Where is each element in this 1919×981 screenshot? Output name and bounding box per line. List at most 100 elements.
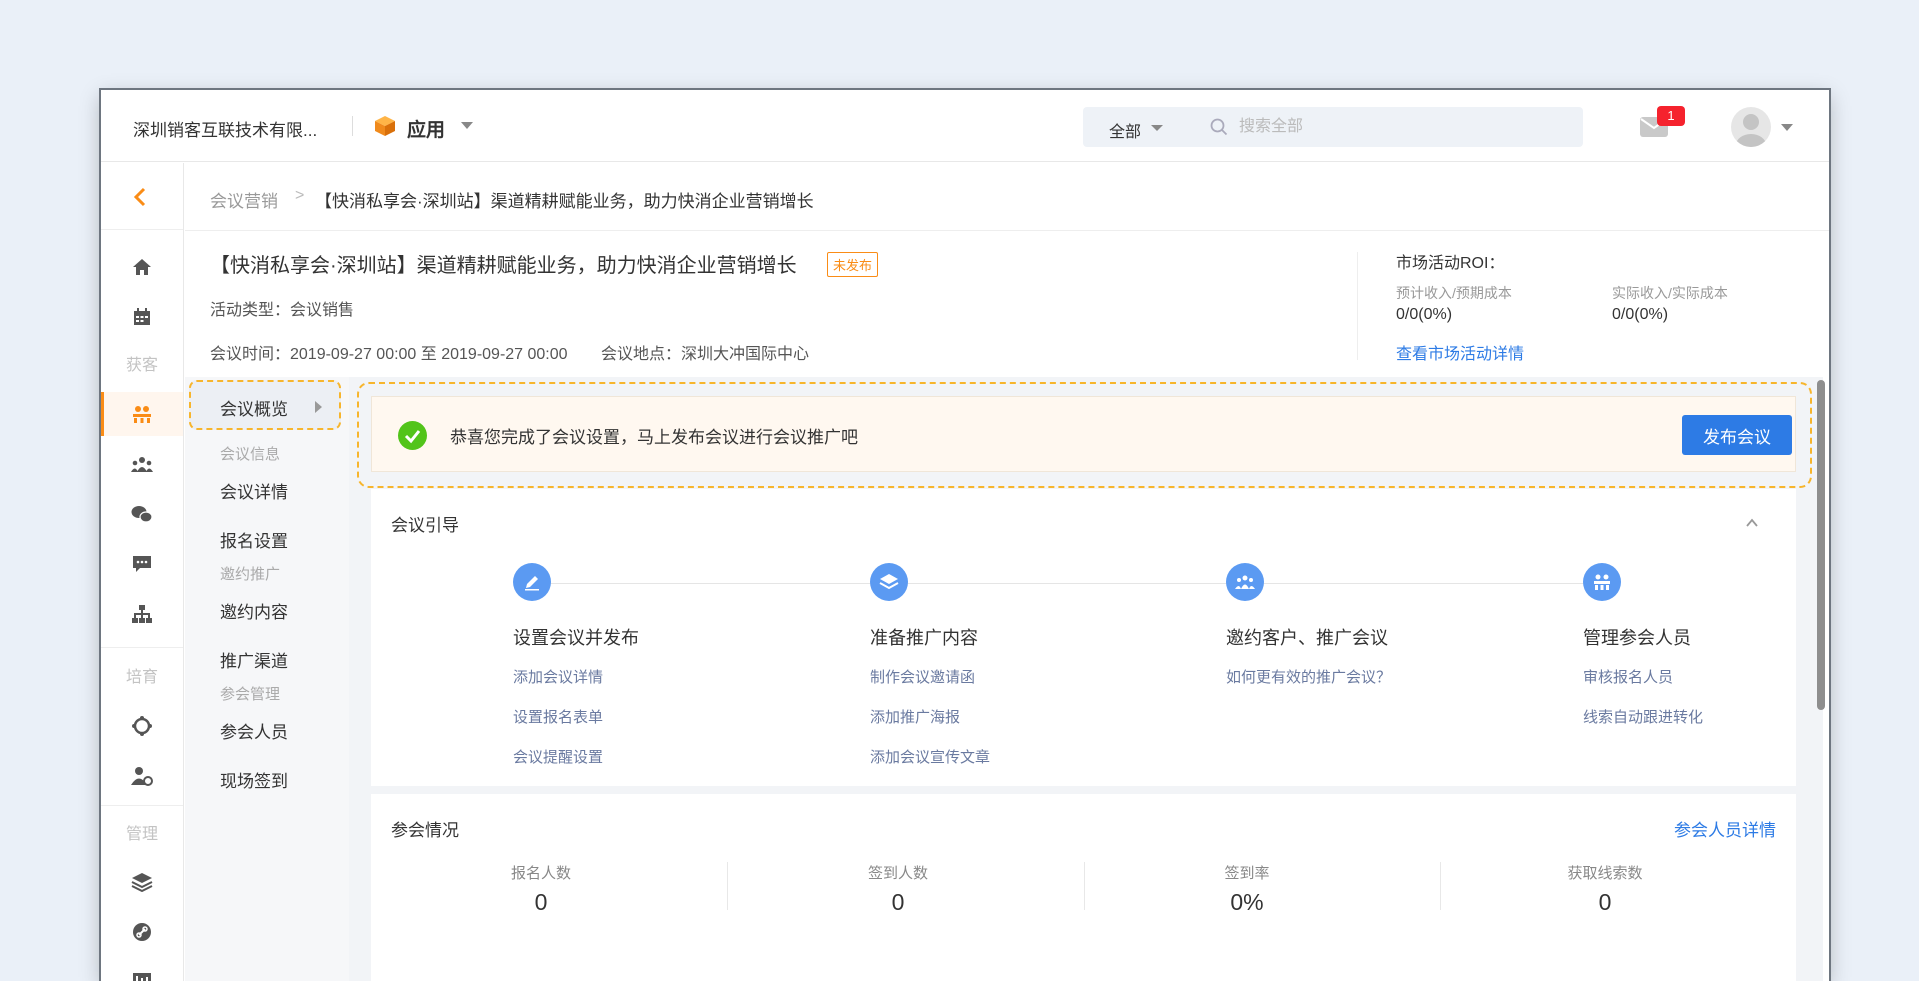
layers-icon	[870, 563, 908, 601]
roi-actual-label: 实际收入/实际成本	[1612, 285, 1728, 301]
rail-message[interactable]	[101, 542, 183, 586]
rail-group-nurture: 培育	[125, 669, 158, 686]
step-title: 准备推广内容	[870, 628, 978, 648]
guide-card: 会议引导 设置会议并发布 添加会议详情 设置报名表单 会议提醒设置 准备推广内容…	[371, 489, 1796, 786]
step-link[interactable]: 添加推广海报	[870, 706, 960, 727]
avatar[interactable]	[1731, 107, 1771, 147]
notification-badge: 1	[1657, 106, 1685, 126]
chevron-down-icon[interactable]	[461, 122, 473, 129]
global-search: 全部	[1083, 107, 1583, 147]
subnav-item-invite-content[interactable]: 邀约内容	[220, 598, 288, 623]
stat-value: 0	[534, 889, 548, 915]
rail-wechat[interactable]	[101, 492, 183, 536]
rail-group-acquire: 获客	[125, 357, 158, 374]
scrollbar[interactable]	[1817, 380, 1825, 710]
app-menu-label[interactable]: 应用	[407, 115, 445, 142]
rail-link[interactable]	[101, 910, 183, 954]
status-badge: 未发布	[827, 252, 879, 277]
event-header: 【快消私享会·深圳站】渠道精耕赋能业务，助力快消企业营销增长 未发布 活动类型：…	[185, 232, 1829, 377]
subnav-item-overview[interactable]: 会议概览	[189, 380, 341, 430]
rail-calendar[interactable]	[101, 295, 183, 339]
conference-icon	[133, 406, 151, 423]
step-link[interactable]: 添加会议宣传文章	[870, 746, 990, 767]
divider	[352, 116, 353, 136]
org-chart-icon	[132, 605, 152, 623]
chevron-down-icon[interactable]	[1151, 125, 1163, 131]
step-link[interactable]: 制作会议邀请函	[870, 666, 975, 687]
step-connector	[531, 583, 1616, 584]
step-link[interactable]: 添加会议详情	[513, 666, 603, 687]
rail-layers[interactable]	[101, 860, 183, 904]
stat-label: 签到率	[1224, 865, 1270, 882]
event-time: 会议时间：2019-09-27 00:00 至 2019-09-27 00:00	[210, 346, 568, 363]
back-icon	[133, 187, 146, 207]
step-link[interactable]: 审核报名人员	[1583, 666, 1673, 687]
check-circle-icon	[398, 421, 427, 450]
subnav-item-channel[interactable]: 推广渠道	[220, 647, 288, 672]
stat-checkin-rate: 签到率 0%	[1077, 862, 1417, 916]
step-link[interactable]: 设置报名表单	[513, 706, 603, 727]
publish-button[interactable]: 发布会议	[1682, 415, 1792, 455]
attendance-title: 参会情况	[391, 821, 459, 840]
breadcrumb: 会议营销 > 【快消私享会·深圳站】渠道精耕赋能业务，助力快消企业营销增长	[185, 163, 1829, 231]
step-link[interactable]: 如何更有效的推广会议？	[1226, 666, 1391, 687]
step-title: 管理参会人员	[1583, 628, 1691, 648]
subnav-group-invite: 邀约推广	[220, 566, 281, 583]
rail-home[interactable]	[101, 245, 183, 289]
rail-divider	[101, 805, 183, 806]
rail-conference[interactable]	[101, 392, 183, 436]
search-input[interactable]	[1239, 115, 1559, 139]
page-title: 【快消私享会·深圳站】渠道精耕赋能业务，助力快消企业营销增长	[210, 255, 797, 277]
stat-value: 0%	[1230, 889, 1264, 915]
market-activity-detail-link[interactable]: 查看市场活动详情	[1396, 340, 1524, 364]
search-scope-select[interactable]: 全部	[1109, 118, 1141, 142]
group-icon	[131, 457, 153, 472]
conference-subnav: 会议概览 会议信息 会议详情 报名设置 邀约推广 邀约内容 推广渠道 参会管理 …	[185, 377, 349, 981]
company-name[interactable]: 深圳销客互联技术有限...	[133, 116, 317, 141]
message-icon	[133, 556, 151, 572]
stat-checked-in: 签到人数 0	[728, 862, 1068, 916]
app-window: 深圳销客互联技术有限... 应用 全部 1	[101, 90, 1829, 981]
subnav-item-detail[interactable]: 会议详情	[220, 478, 288, 503]
stat-value: 0	[1598, 889, 1612, 915]
breadcrumb-separator: >	[295, 187, 305, 204]
roi-expected-label: 预计收入/预期成本	[1396, 285, 1512, 301]
step-link[interactable]: 会议提醒设置	[513, 746, 603, 767]
rail-org[interactable]	[101, 592, 183, 636]
step-title: 设置会议并发布	[513, 628, 639, 648]
attendance-card: 参会情况 参会人员详情 报名人数 0 签到人数 0 签到率 0% 获取线索数 0	[371, 794, 1796, 981]
rail-display[interactable]	[101, 960, 183, 981]
calendar-icon	[134, 308, 150, 325]
chevron-right-icon	[315, 401, 322, 413]
app-cube-icon[interactable]	[373, 114, 397, 138]
event-type: 活动类型：会议销售	[210, 302, 355, 319]
stat-label: 签到人数	[867, 865, 928, 882]
subnav-item-signup[interactable]: 报名设置	[220, 527, 288, 552]
target-icon	[132, 716, 152, 736]
step-title: 邀约客户、推广会议	[1226, 628, 1388, 648]
main-content: 恭喜您完成了会议设置，马上发布会议进行会议推广吧 发布会议 会议引导 设置会议并…	[349, 377, 1823, 981]
stat-registered: 报名人数 0	[371, 862, 711, 916]
chevron-up-icon[interactable]	[1746, 517, 1758, 529]
rail-target[interactable]	[101, 704, 183, 748]
stat-leads: 获取线索数 0	[1435, 862, 1775, 916]
search-icon[interactable]	[1210, 118, 1228, 136]
chevron-down-icon[interactable]	[1781, 124, 1793, 131]
subnav-item-attendees[interactable]: 参会人员	[220, 718, 288, 743]
subnav-item-checkin[interactable]: 现场签到	[220, 767, 288, 792]
home-icon	[133, 259, 151, 275]
rail-group[interactable]	[101, 442, 183, 486]
rail-group-manage: 管理	[125, 826, 158, 843]
rail-user-settings[interactable]	[101, 754, 183, 798]
display-icon	[133, 973, 151, 981]
layers-icon	[131, 873, 153, 892]
top-bar: 深圳销客互联技术有限... 应用 全部 1	[101, 90, 1829, 162]
attendee-detail-link[interactable]: 参会人员详情	[1674, 816, 1776, 841]
back-button[interactable]	[101, 163, 183, 230]
rail-divider	[101, 647, 183, 648]
step-link[interactable]: 线索自动跟进转化	[1583, 706, 1703, 727]
roi-expected-value: 0/0(0%)	[1396, 306, 1453, 323]
breadcrumb-parent[interactable]: 会议营销	[210, 187, 278, 212]
people-icon	[1226, 563, 1264, 601]
roi-title: 市场活动ROI：	[1396, 255, 1505, 272]
